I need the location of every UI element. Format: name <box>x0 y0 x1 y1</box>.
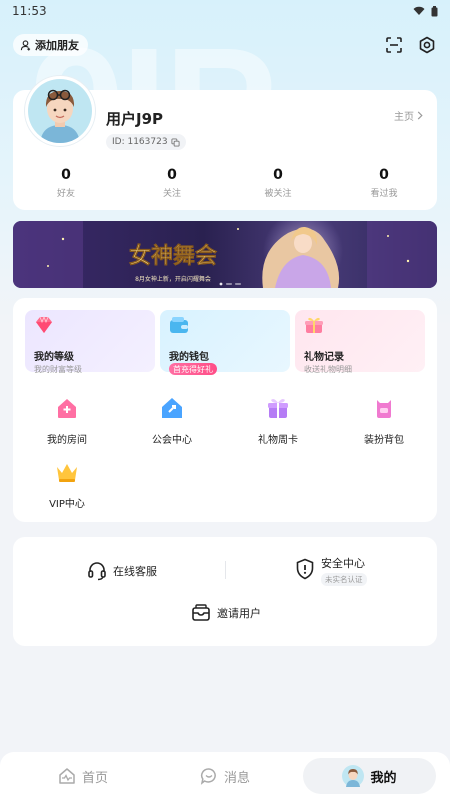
menu-card: 我的等级 我的财富等级 我的钱包 首充得好礼 礼物记录 收送礼物明细 我的房间 <box>13 298 437 522</box>
invite-users-label: 邀请用户 <box>217 607 261 620</box>
online-service-button[interactable]: 在线客服 <box>87 561 157 581</box>
user-id: ID: 1163723 <box>112 137 168 147</box>
add-user-icon <box>20 39 31 51</box>
wallet-icon <box>170 317 188 333</box>
grid-item-gift-weekly-card[interactable]: 礼物周卡 <box>238 396 318 446</box>
add-friend-button[interactable]: 添加朋友 <box>13 34 88 56</box>
grid-label: VIP中心 <box>49 499 85 510</box>
homepage-label: 主页 <box>394 112 414 123</box>
stat-label: 被关注 <box>264 189 292 199</box>
avatar-icon <box>342 765 365 787</box>
grid-item-vip-center[interactable]: VIP中心 <box>27 460 107 510</box>
guild-icon <box>162 398 182 418</box>
tab-home[interactable]: 首页 <box>28 758 138 794</box>
gift-card-icon <box>268 399 288 418</box>
my-level-card[interactable]: 我的等级 我的财富等级 <box>25 310 155 374</box>
add-friend-label: 添加朋友 <box>35 39 79 52</box>
service-card: 在线客服 安全中心 未实名认证 邀请用户 <box>13 537 437 646</box>
user-id-badge[interactable]: ID: 1163723 <box>106 134 186 150</box>
stat-followers[interactable]: 0 被关注 <box>225 166 331 199</box>
stat-label: 看过我 <box>370 189 398 199</box>
stat-value: 0 <box>273 167 283 183</box>
grid-label: 我的房间 <box>47 435 87 446</box>
feature-subtitle: 收送礼物明细 <box>304 365 352 374</box>
status-icons <box>413 5 438 17</box>
pulse-icon <box>59 768 75 784</box>
feature-title: 我的等级 <box>34 352 74 363</box>
copy-icon <box>171 137 180 147</box>
security-text: 安全中心 未实名认证 <box>321 555 367 586</box>
backpack-icon <box>377 400 391 418</box>
diamond-icon <box>36 316 52 333</box>
grid-label: 装扮背包 <box>364 435 404 446</box>
banner-title: 女神舞会 <box>129 243 217 269</box>
invite-users-button[interactable]: 邀请用户 <box>191 604 261 622</box>
settings-button[interactable] <box>416 34 438 56</box>
stat-friends[interactable]: 0 好友 <box>13 166 119 199</box>
grid-item-dress-backpack[interactable]: 装扮背包 <box>344 396 424 446</box>
profile-stats: 0 好友 0 关注 0 被关注 0 看过我 <box>13 166 437 199</box>
profile-card: 用户J9P ID: 1163723 主页 0 好友 0 关注 0 被关注 0 看… <box>13 76 437 210</box>
tab-messages[interactable]: 消息 <box>170 758 280 794</box>
online-service-label: 在线客服 <box>113 565 157 578</box>
status-time: 11:53 <box>12 4 47 18</box>
tab-label: 消息 <box>223 770 250 786</box>
tab-label: 我的 <box>370 770 397 786</box>
status-bar: 11:53 <box>0 0 450 22</box>
homepage-link[interactable]: 主页 <box>394 108 423 123</box>
avatar[interactable] <box>25 76 95 146</box>
username: 用户J9P <box>106 110 164 128</box>
promo-banner[interactable]: 女神舞会 8月女神上新，开启闪耀舞会 <box>13 221 437 288</box>
crown-icon <box>57 464 77 482</box>
feature-title: 礼物记录 <box>304 352 344 363</box>
gift-record-card[interactable]: 礼物记录 收送礼物明细 <box>295 310 425 374</box>
stat-following[interactable]: 0 关注 <box>119 166 225 199</box>
banner-image: 女神舞会 8月女神上新，开启闪耀舞会 <box>13 221 437 288</box>
shield-icon <box>296 558 314 580</box>
feature-title: 我的钱包 <box>169 352 209 363</box>
tab-label: 首页 <box>81 770 108 786</box>
headset-icon <box>88 562 106 581</box>
stat-label: 关注 <box>162 189 181 199</box>
feature-subtitle: 我的财富等级 <box>34 365 82 374</box>
wifi-icon <box>413 6 425 15</box>
stat-label: 好友 <box>56 189 75 199</box>
tab-mine[interactable]: 我的 <box>303 758 436 794</box>
stat-value: 0 <box>379 167 389 183</box>
stat-visitors[interactable]: 0 看过我 <box>331 166 437 199</box>
my-wallet-card[interactable]: 我的钱包 首充得好礼 <box>160 310 290 375</box>
security-center-button[interactable]: 安全中心 未实名认证 <box>295 555 367 586</box>
grid-label: 礼物周卡 <box>258 435 298 446</box>
mail-icon <box>192 604 210 621</box>
avatar-image <box>28 79 92 143</box>
chat-icon <box>200 768 216 785</box>
verification-status-badge: 未实名认证 <box>321 573 367 586</box>
top-header: 添加朋友 <box>0 32 450 58</box>
chevron-right-icon <box>417 111 423 120</box>
stat-value: 0 <box>167 167 177 183</box>
scan-button[interactable] <box>383 34 405 56</box>
stat-value: 0 <box>61 167 71 183</box>
grid-item-my-room[interactable]: 我的房间 <box>27 396 107 446</box>
home-icon <box>58 399 76 418</box>
banner-subtitle: 8月女神上新，开启闪耀舞会 <box>135 275 211 283</box>
first-recharge-badge: 首充得好礼 <box>169 363 217 375</box>
grid-item-guild-center[interactable]: 公会中心 <box>132 396 212 446</box>
security-center-label: 安全中心 <box>321 557 365 570</box>
battery-icon <box>431 5 438 16</box>
scan-icon <box>386 37 402 53</box>
bottom-tab-bar: 首页 消息 我的 <box>0 752 450 800</box>
gear-icon <box>419 36 435 54</box>
gift-box-icon <box>305 317 323 333</box>
grid-label: 公会中心 <box>152 435 192 446</box>
divider <box>225 561 226 579</box>
